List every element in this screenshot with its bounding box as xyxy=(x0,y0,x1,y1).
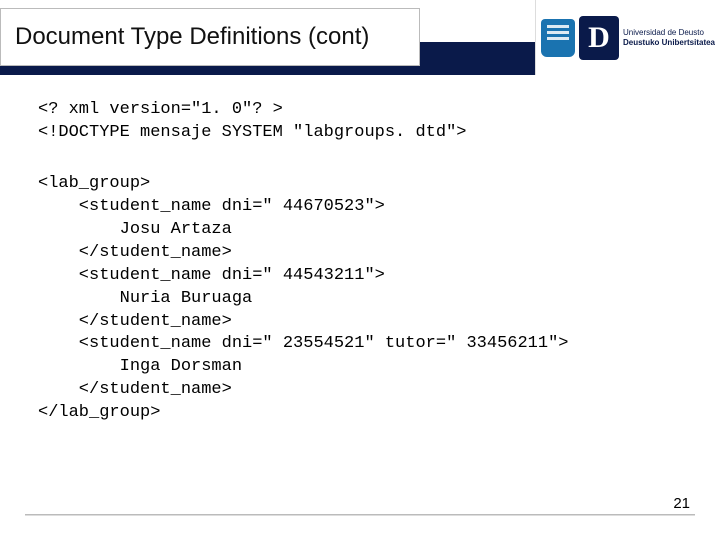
logo-letter: D xyxy=(579,16,619,60)
slide-header: Document Type Definitions (cont) D Unive… xyxy=(0,0,720,75)
shield-icon xyxy=(541,19,575,57)
slide-title: Document Type Definitions (cont) xyxy=(15,23,369,51)
xml-declaration: <? xml version="1. 0"? > <!DOCTYPE mensa… xyxy=(38,99,682,145)
title-bar: Document Type Definitions (cont) xyxy=(0,8,420,66)
university-logo: D Universidad de Deusto Deustuko Unibert… xyxy=(535,0,720,75)
page-number: 21 xyxy=(673,495,690,512)
footer-rule xyxy=(25,514,695,516)
logo-text: Universidad de Deusto Deustuko Unibertsi… xyxy=(623,28,715,47)
logo-line2: Deustuko Unibertsitatea xyxy=(623,38,715,48)
logo-line1: Universidad de Deusto xyxy=(623,28,715,38)
slide-content: <? xml version="1. 0"? > <!DOCTYPE mensa… xyxy=(0,75,720,425)
xml-code-block: <lab_group> <student_name dni=" 44670523… xyxy=(38,173,682,425)
